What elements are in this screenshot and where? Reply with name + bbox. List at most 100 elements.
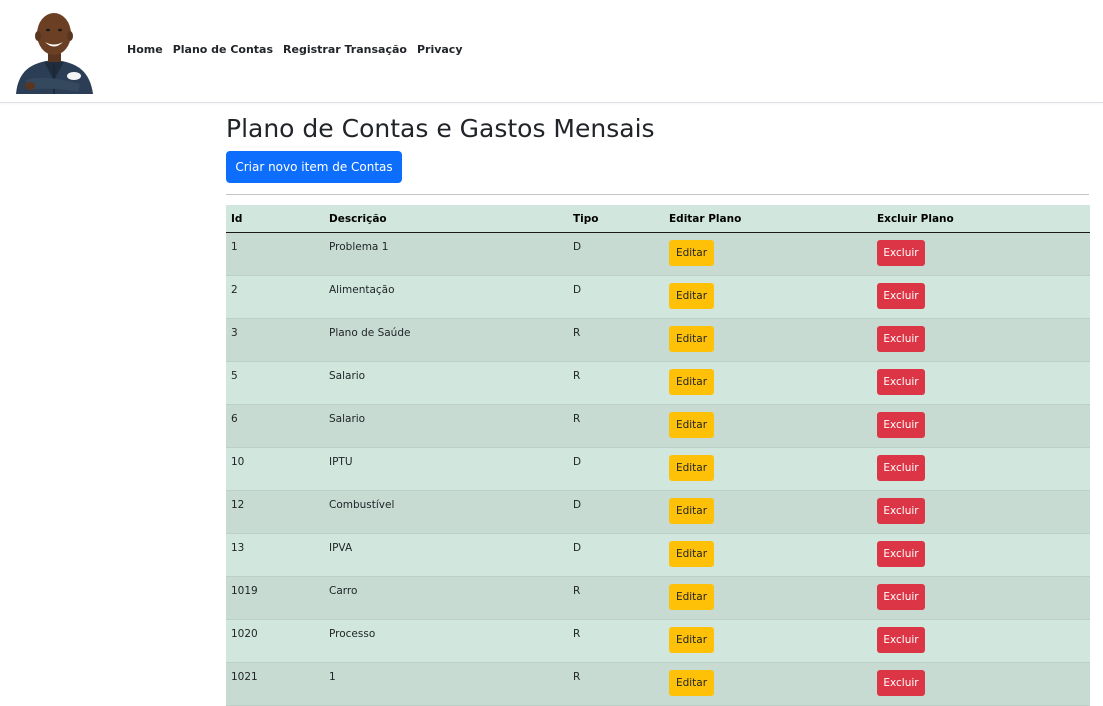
table-row: 3 Plano de Saúde R Editar Excluir <box>226 318 1090 362</box>
delete-button[interactable]: Excluir <box>877 541 925 567</box>
cell-id: 13 <box>226 533 324 577</box>
delete-button[interactable]: Excluir <box>877 670 925 696</box>
cell-tipo: D <box>568 275 664 319</box>
table-row: 1 Problema 1 D Editar Excluir <box>226 232 1090 276</box>
delete-button[interactable]: Excluir <box>877 498 925 524</box>
cell-descricao: Carro <box>324 576 568 620</box>
table-row: 1020 Processo R Editar Excluir <box>226 619 1090 663</box>
cell-excluir: Excluir <box>872 232 1090 276</box>
cell-editar: Editar <box>664 275 872 319</box>
cell-id: 1019 <box>226 576 324 620</box>
cell-tipo: R <box>568 361 664 405</box>
edit-button[interactable]: Editar <box>669 498 714 524</box>
cell-excluir: Excluir <box>872 662 1090 706</box>
table-body: 1 Problema 1 D Editar Excluir 2 Alimentação D Ed… <box>226 232 1090 706</box>
table-header-row: Id Descrição Tipo Editar Plano Excluir P… <box>226 205 1090 233</box>
page-title: Plano de Contas e Gastos Mensais <box>226 114 655 143</box>
delete-button[interactable]: Excluir <box>877 627 925 653</box>
cell-tipo: D <box>568 232 664 276</box>
table-row: 2 Alimentação D Editar Excluir <box>226 275 1090 319</box>
cell-descricao: Alimentação <box>324 275 568 319</box>
edit-button[interactable]: Editar <box>669 670 714 696</box>
delete-button[interactable]: Excluir <box>877 455 925 481</box>
delete-button[interactable]: Excluir <box>877 240 925 266</box>
edit-button[interactable]: Editar <box>669 326 714 352</box>
cell-tipo-text: R <box>573 413 581 425</box>
nav-link-home[interactable]: Home <box>127 43 163 56</box>
cell-descricao: Salario <box>324 361 568 405</box>
cell-descricao-text: 1 <box>329 671 336 683</box>
cell-descricao: Problema 1 <box>324 232 568 276</box>
cell-id: 12 <box>226 490 324 534</box>
delete-button[interactable]: Excluir <box>877 283 925 309</box>
table-row: 10 IPTU D Editar Excluir <box>226 447 1090 491</box>
cell-tipo: D <box>568 490 664 534</box>
cell-editar: Editar <box>664 576 872 620</box>
cell-tipo-text: R <box>573 585 581 597</box>
edit-button[interactable]: Editar <box>669 455 714 481</box>
cell-descricao-text: IPTU <box>329 456 353 468</box>
nav-link-registrar-transacao[interactable]: Registrar Transação <box>283 43 407 56</box>
delete-button[interactable]: Excluir <box>877 584 925 610</box>
create-item-button[interactable]: Criar novo item de Contas <box>226 151 402 183</box>
cell-id-text: 13 <box>231 542 245 554</box>
cell-id-text: 3 <box>231 327 238 339</box>
edit-button[interactable]: Editar <box>669 369 714 395</box>
header-editar-plano: Editar Plano <box>664 205 872 233</box>
logo-image[interactable] <box>8 6 101 94</box>
cell-excluir: Excluir <box>872 275 1090 319</box>
edit-button[interactable]: Editar <box>669 541 714 567</box>
cell-id: 5 <box>226 361 324 405</box>
edit-button[interactable]: Editar <box>669 627 714 653</box>
cell-editar: Editar <box>664 533 872 577</box>
cell-tipo-text: R <box>573 370 581 382</box>
cell-excluir: Excluir <box>872 576 1090 620</box>
cell-tipo-text: D <box>573 456 582 468</box>
cell-id: 1020 <box>226 619 324 663</box>
cell-editar: Editar <box>664 318 872 362</box>
cell-id: 6 <box>226 404 324 448</box>
cell-tipo-text: R <box>573 671 581 683</box>
cell-editar: Editar <box>664 232 872 276</box>
cell-descricao-text: Processo <box>329 628 376 640</box>
cell-descricao-text: Alimentação <box>329 284 395 296</box>
cell-id-text: 1020 <box>231 628 258 640</box>
edit-button[interactable]: Editar <box>669 240 714 266</box>
table-row: 13 IPVA D Editar Excluir <box>226 533 1090 577</box>
nav-link-plano-de-contas[interactable]: Plano de Contas <box>173 43 273 56</box>
header-tipo: Tipo <box>568 205 664 233</box>
cell-tipo: R <box>568 576 664 620</box>
cell-id-text: 1021 <box>231 671 258 683</box>
cell-id: 10 <box>226 447 324 491</box>
cell-tipo: D <box>568 533 664 577</box>
header-excluir-plano: Excluir Plano <box>872 205 1090 233</box>
cell-editar: Editar <box>664 490 872 534</box>
cell-id: 3 <box>226 318 324 362</box>
cell-descricao: 1 <box>324 662 568 706</box>
cell-editar: Editar <box>664 619 872 663</box>
cell-tipo-text: D <box>573 284 582 296</box>
cell-id-text: 1019 <box>231 585 258 597</box>
cell-id-text: 5 <box>231 370 238 382</box>
edit-button[interactable]: Editar <box>669 584 714 610</box>
cell-descricao: Processo <box>324 619 568 663</box>
header-descricao: Descrição <box>324 205 568 233</box>
navbar: Home Plano de Contas Registrar Transação… <box>0 0 1103 103</box>
delete-button[interactable]: Excluir <box>877 412 925 438</box>
nav-link-privacy[interactable]: Privacy <box>417 43 463 56</box>
cell-id-text: 10 <box>231 456 245 468</box>
table-row: 12 Combustível D Editar Excluir <box>226 490 1090 534</box>
cell-tipo: R <box>568 619 664 663</box>
cell-excluir: Excluir <box>872 404 1090 448</box>
nav-menu: Home Plano de Contas Registrar Transação… <box>127 43 473 56</box>
cell-excluir: Excluir <box>872 318 1090 362</box>
cell-descricao: Combustível <box>324 490 568 534</box>
cell-excluir: Excluir <box>872 447 1090 491</box>
cell-tipo: R <box>568 662 664 706</box>
delete-button[interactable]: Excluir <box>877 326 925 352</box>
edit-button[interactable]: Editar <box>669 283 714 309</box>
edit-button[interactable]: Editar <box>669 412 714 438</box>
cell-descricao-text: Salario <box>329 370 366 382</box>
delete-button[interactable]: Excluir <box>877 369 925 395</box>
table-row: 6 Salario R Editar Excluir <box>226 404 1090 448</box>
